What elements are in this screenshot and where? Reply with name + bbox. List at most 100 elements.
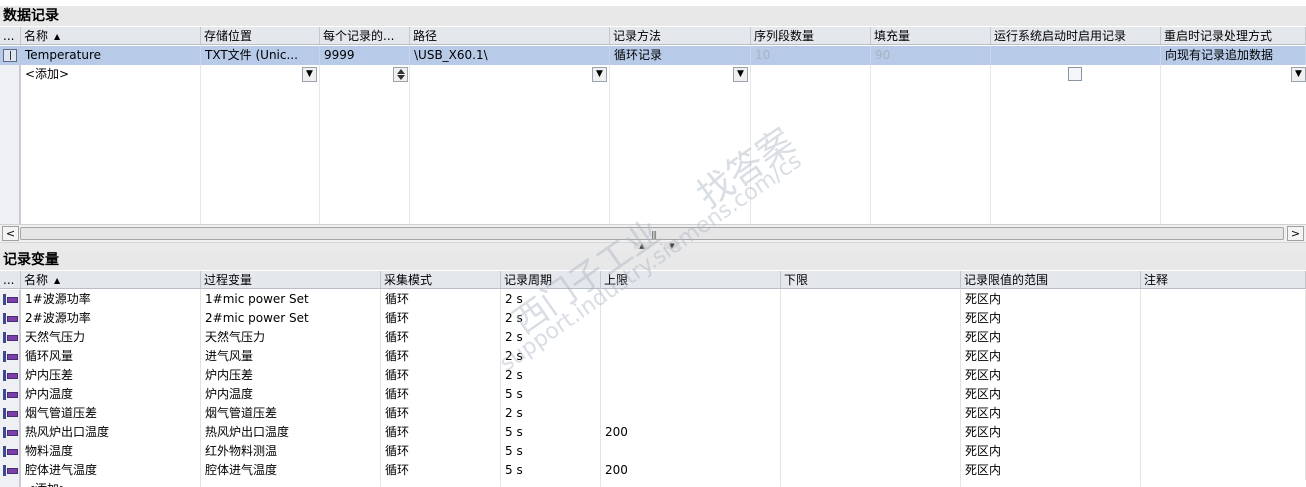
- tag-comment[interactable]: [1141, 366, 1306, 385]
- col-header-fill[interactable]: 填充量: [871, 27, 991, 45]
- table-row[interactable]: 循环风量 进气风量 循环 2 s 死区内: [0, 347, 1306, 366]
- tag-mode[interactable]: 循环: [381, 328, 501, 347]
- tag-range[interactable]: 死区内: [961, 442, 1141, 461]
- tag-mode[interactable]: 循环: [381, 404, 501, 423]
- tag-range[interactable]: 死区内: [961, 423, 1141, 442]
- tag-range[interactable]: 死区内: [961, 461, 1141, 480]
- tag-name[interactable]: 物料温度: [21, 442, 201, 461]
- tag-mode[interactable]: 循环: [381, 423, 501, 442]
- tag-cycle[interactable]: 2 s: [501, 309, 601, 328]
- tag-lower[interactable]: [781, 290, 961, 309]
- tag-upper[interactable]: [601, 347, 781, 366]
- tag-name[interactable]: 炉内温度: [21, 385, 201, 404]
- tags-col-header-process-tag[interactable]: 过程变量: [201, 271, 381, 289]
- tags-col-header-cycle[interactable]: 记录周期: [501, 271, 601, 289]
- tag-lower[interactable]: [781, 442, 961, 461]
- row-select-handle[interactable]: [0, 328, 20, 347]
- add-log-row[interactable]: <添加>: [0, 65, 1306, 84]
- col-header-records[interactable]: 每个记录的...: [320, 27, 410, 45]
- tag-process-tag[interactable]: 天然气压力: [201, 328, 381, 347]
- tag-upper[interactable]: [601, 328, 781, 347]
- scroll-thumb[interactable]: |||: [20, 227, 1284, 240]
- restart-select[interactable]: 向现有记录追加数据: [1161, 46, 1306, 65]
- scroll-right-icon[interactable]: >: [1287, 226, 1304, 241]
- records-per-log-input[interactable]: 9999: [320, 46, 410, 65]
- col-header-segments[interactable]: 序列段数量: [751, 27, 871, 45]
- col-header-restart[interactable]: 重启时记录处理方式: [1161, 27, 1306, 45]
- table-row[interactable]: 1#波源功率 1#mic power Set 循环 2 s 死区内: [0, 290, 1306, 309]
- tag-comment[interactable]: [1141, 328, 1306, 347]
- table-row[interactable]: 腔体进气温度 腔体进气温度 循环 5 s 200 死区内: [0, 461, 1306, 480]
- tag-name[interactable]: 热风炉出口温度: [21, 423, 201, 442]
- row-select-handle[interactable]: [0, 385, 20, 404]
- tag-upper[interactable]: [601, 290, 781, 309]
- scroll-left-icon[interactable]: <: [2, 226, 19, 241]
- col-header-enable-on-start[interactable]: 运行系统启动时启用记录: [991, 27, 1161, 45]
- tag-lower[interactable]: [781, 461, 961, 480]
- col-header-path[interactable]: 路径: [410, 27, 610, 45]
- tag-upper[interactable]: 200: [601, 423, 781, 442]
- row-select-handle[interactable]: [0, 309, 20, 328]
- tag-process-tag[interactable]: 炉内压差: [201, 366, 381, 385]
- tag-lower[interactable]: [781, 347, 961, 366]
- horizontal-scrollbar[interactable]: < ||| >: [0, 224, 1306, 242]
- row-select-handle[interactable]: [0, 423, 20, 442]
- tag-name[interactable]: 1#波源功率: [21, 290, 201, 309]
- tag-cycle[interactable]: 5 s: [501, 385, 601, 404]
- tag-name[interactable]: 炉内压差: [21, 366, 201, 385]
- tag-comment[interactable]: [1141, 442, 1306, 461]
- tag-mode[interactable]: 循环: [381, 442, 501, 461]
- splitter-up-icon[interactable]: ▲: [634, 243, 650, 250]
- add-tag-label[interactable]: <添加>: [21, 480, 201, 487]
- tag-comment[interactable]: [1141, 461, 1306, 480]
- tag-mode[interactable]: 循环: [381, 366, 501, 385]
- tag-lower[interactable]: [781, 328, 961, 347]
- pane-splitter[interactable]: ▲ ▼: [0, 242, 1306, 250]
- log-name[interactable]: Temperature: [21, 46, 201, 65]
- tags-col-header-upper[interactable]: 上限: [601, 271, 781, 289]
- tag-name[interactable]: 2#波源功率: [21, 309, 201, 328]
- tag-cycle[interactable]: 2 s: [501, 328, 601, 347]
- tags-col-header-mode[interactable]: 采集模式: [381, 271, 501, 289]
- tag-comment[interactable]: [1141, 423, 1306, 442]
- tag-name[interactable]: 循环风量: [21, 347, 201, 366]
- tag-lower[interactable]: [781, 385, 961, 404]
- tag-lower[interactable]: [781, 309, 961, 328]
- tag-range[interactable]: 死区内: [961, 366, 1141, 385]
- tag-upper[interactable]: [601, 404, 781, 423]
- tag-cycle[interactable]: 2 s: [501, 366, 601, 385]
- tag-comment[interactable]: [1141, 347, 1306, 366]
- row-select-handle[interactable]: [0, 461, 20, 480]
- method-select[interactable]: 循环记录: [610, 46, 751, 65]
- tags-col-header-range[interactable]: 记录限值的范围: [961, 271, 1141, 289]
- tag-cycle[interactable]: 5 s: [501, 461, 601, 480]
- storage-select[interactable]: TXT文件 (Unic...: [201, 46, 320, 65]
- tag-upper[interactable]: 200: [601, 461, 781, 480]
- tags-col-header-name[interactable]: 名称 ▲: [21, 271, 201, 289]
- col-header-rowhead[interactable]: ...: [0, 27, 21, 45]
- tag-mode[interactable]: 循环: [381, 385, 501, 404]
- tag-cycle[interactable]: 5 s: [501, 423, 601, 442]
- tag-lower[interactable]: [781, 366, 961, 385]
- tag-process-tag[interactable]: 进气风量: [201, 347, 381, 366]
- path-select[interactable]: \USB_X60.1\: [410, 46, 610, 65]
- tag-comment[interactable]: [1141, 385, 1306, 404]
- tag-upper[interactable]: [601, 309, 781, 328]
- tag-process-tag[interactable]: 腔体进气温度: [201, 461, 381, 480]
- table-row[interactable]: 炉内压差 炉内压差 循环 2 s 死区内: [0, 366, 1306, 385]
- col-header-method[interactable]: 记录方法: [610, 27, 751, 45]
- table-row[interactable]: 物料温度 红外物料测温 循环 5 s 死区内: [0, 442, 1306, 461]
- tag-range[interactable]: 死区内: [961, 347, 1141, 366]
- table-row[interactable]: 天然气压力 天然气压力 循环 2 s 死区内: [0, 328, 1306, 347]
- col-header-storage[interactable]: 存储位置: [201, 27, 320, 45]
- tag-cycle[interactable]: 5 s: [501, 442, 601, 461]
- tag-mode[interactable]: 循环: [381, 290, 501, 309]
- tag-mode[interactable]: 循环: [381, 309, 501, 328]
- tag-name[interactable]: 烟气管道压差: [21, 404, 201, 423]
- tag-mode[interactable]: 循环: [381, 461, 501, 480]
- tag-upper[interactable]: [601, 385, 781, 404]
- table-row-temperature[interactable]: Temperature TXT文件 (Unic... ▼ 9999 \USB_X…: [0, 46, 1306, 82]
- tag-comment[interactable]: [1141, 309, 1306, 328]
- tag-name[interactable]: 腔体进气温度: [21, 461, 201, 480]
- col-header-name[interactable]: 名称 ▲: [21, 27, 201, 45]
